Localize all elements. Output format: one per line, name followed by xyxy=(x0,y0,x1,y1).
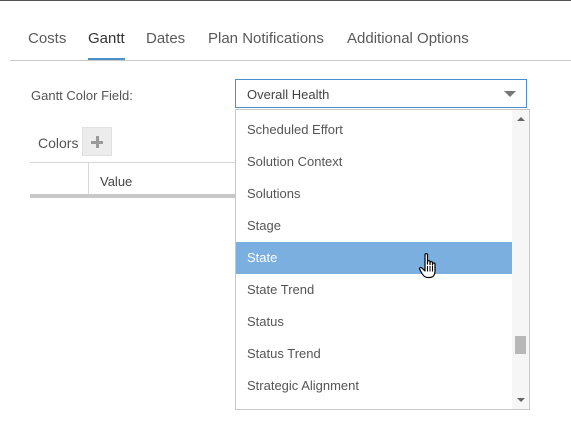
grid-column-divider xyxy=(88,163,89,196)
option-solutions[interactable]: Solutions xyxy=(236,178,513,210)
tab-dates[interactable]: Dates xyxy=(146,28,185,58)
add-color-button[interactable] xyxy=(82,127,112,156)
scrollbar-thumb[interactable] xyxy=(515,336,526,354)
scroll-up-icon[interactable] xyxy=(517,117,525,121)
tab-plan-notifications[interactable]: Plan Notifications xyxy=(208,28,324,58)
colors-label: Colors xyxy=(38,135,79,151)
tab-costs[interactable]: Costs xyxy=(28,28,66,58)
gantt-color-field-select[interactable]: Overall Health xyxy=(235,79,527,108)
gantt-color-field-label: Gantt Color Field: xyxy=(31,88,133,103)
hand-pointer-icon xyxy=(418,253,436,279)
plus-icon-stem xyxy=(95,136,99,148)
option-status-trend[interactable]: Status Trend xyxy=(236,338,513,370)
option-status[interactable]: Status xyxy=(236,306,513,338)
option-stage[interactable]: Stage xyxy=(236,210,513,242)
colors-grid-header: Value xyxy=(30,162,236,196)
option-strategic-alignment[interactable]: Strategic Alignment xyxy=(236,370,513,402)
gantt-color-field-dropdown[interactable]: Scheduled Effort Solution Context Soluti… xyxy=(235,109,530,410)
option-scheduled-effort[interactable]: Scheduled Effort xyxy=(236,114,513,146)
option-solution-context[interactable]: Solution Context xyxy=(236,146,513,178)
grid-bottom-border xyxy=(30,194,236,198)
column-header-value[interactable]: Value xyxy=(100,174,132,189)
top-rule xyxy=(0,0,571,1)
option-state[interactable]: State xyxy=(236,242,513,274)
dropdown-scrollbar[interactable] xyxy=(512,110,529,409)
tab-bar: Costs Gantt Dates Plan Notifications Add… xyxy=(10,28,571,61)
tab-gantt[interactable]: Gantt xyxy=(88,28,125,60)
chevron-down-icon[interactable] xyxy=(504,91,516,97)
select-value: Overall Health xyxy=(247,87,330,102)
option-state-trend[interactable]: State Trend xyxy=(236,274,513,306)
scroll-down-icon[interactable] xyxy=(517,398,525,402)
tab-additional-options[interactable]: Additional Options xyxy=(347,28,469,58)
